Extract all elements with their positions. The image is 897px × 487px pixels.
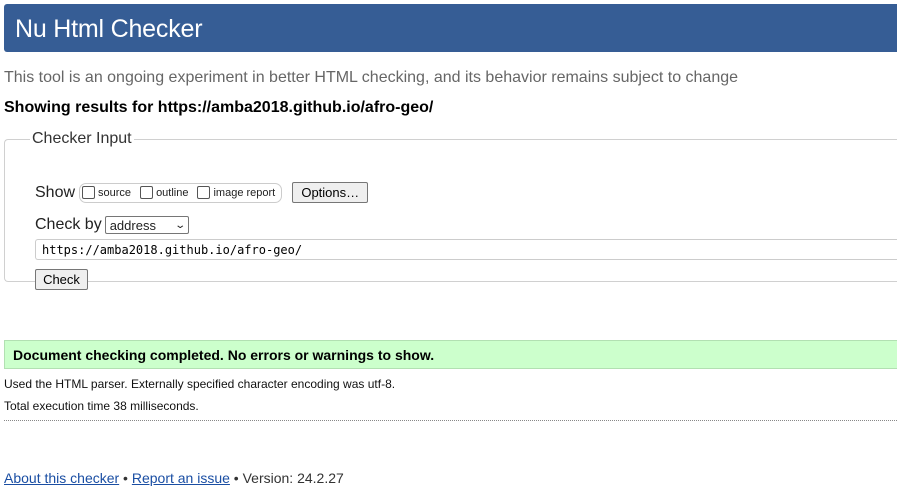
image-report-checkbox[interactable] (197, 186, 211, 199)
options-button[interactable]: Options… (292, 182, 369, 203)
footer-separator: • (119, 470, 132, 486)
parser-info: Used the HTML parser. Externally specifi… (4, 377, 396, 391)
source-checkbox-label: source (98, 186, 132, 199)
url-input[interactable]: https://amba2018.github.io/afro-geo/ (35, 239, 897, 260)
show-image-report-option[interactable]: image report (197, 186, 275, 199)
success-message: Document checking completed. No errors o… (4, 340, 897, 369)
check-by-select[interactable]: address ⌄ (104, 216, 189, 234)
show-row: Show source outline image report Options… (35, 182, 369, 203)
about-checker-link[interactable]: About this checker (4, 470, 119, 486)
checker-input-fieldset: Checker Input Show source outline image … (4, 130, 897, 290)
header-bar: Nu Html Checker (4, 4, 897, 52)
divider (4, 420, 897, 421)
check-by-label: Check by (35, 216, 102, 233)
check-button[interactable]: Check (35, 269, 88, 290)
show-options-group: source outline image report (79, 182, 283, 203)
tagline: This tool is an ongoing experiment in be… (4, 69, 739, 86)
report-issue-link[interactable]: Report an issue (132, 470, 230, 486)
footer: About this checker • Report an issue • V… (4, 470, 344, 486)
app-title: Nu Html Checker (15, 15, 203, 43)
show-source-option[interactable]: source (82, 186, 131, 199)
outline-checkbox-label: outline (156, 186, 189, 199)
version-text: • Version: 24.2.27 (229, 470, 344, 486)
results-for-heading: Showing results for https://amba2018.git… (4, 99, 434, 116)
check-by-selected-value: address (109, 217, 156, 233)
execution-time: Total execution time 38 milliseconds. (4, 399, 199, 413)
outline-checkbox[interactable] (140, 186, 154, 199)
chevron-down-icon: ⌄ (174, 219, 187, 231)
show-outline-option[interactable]: outline (140, 186, 188, 199)
image-report-checkbox-label: image report (213, 186, 276, 199)
checker-input-legend: Checker Input (32, 130, 132, 147)
source-checkbox[interactable] (82, 186, 96, 199)
check-by-row: Check by address ⌄ (35, 216, 189, 234)
show-label: Show (35, 183, 76, 201)
